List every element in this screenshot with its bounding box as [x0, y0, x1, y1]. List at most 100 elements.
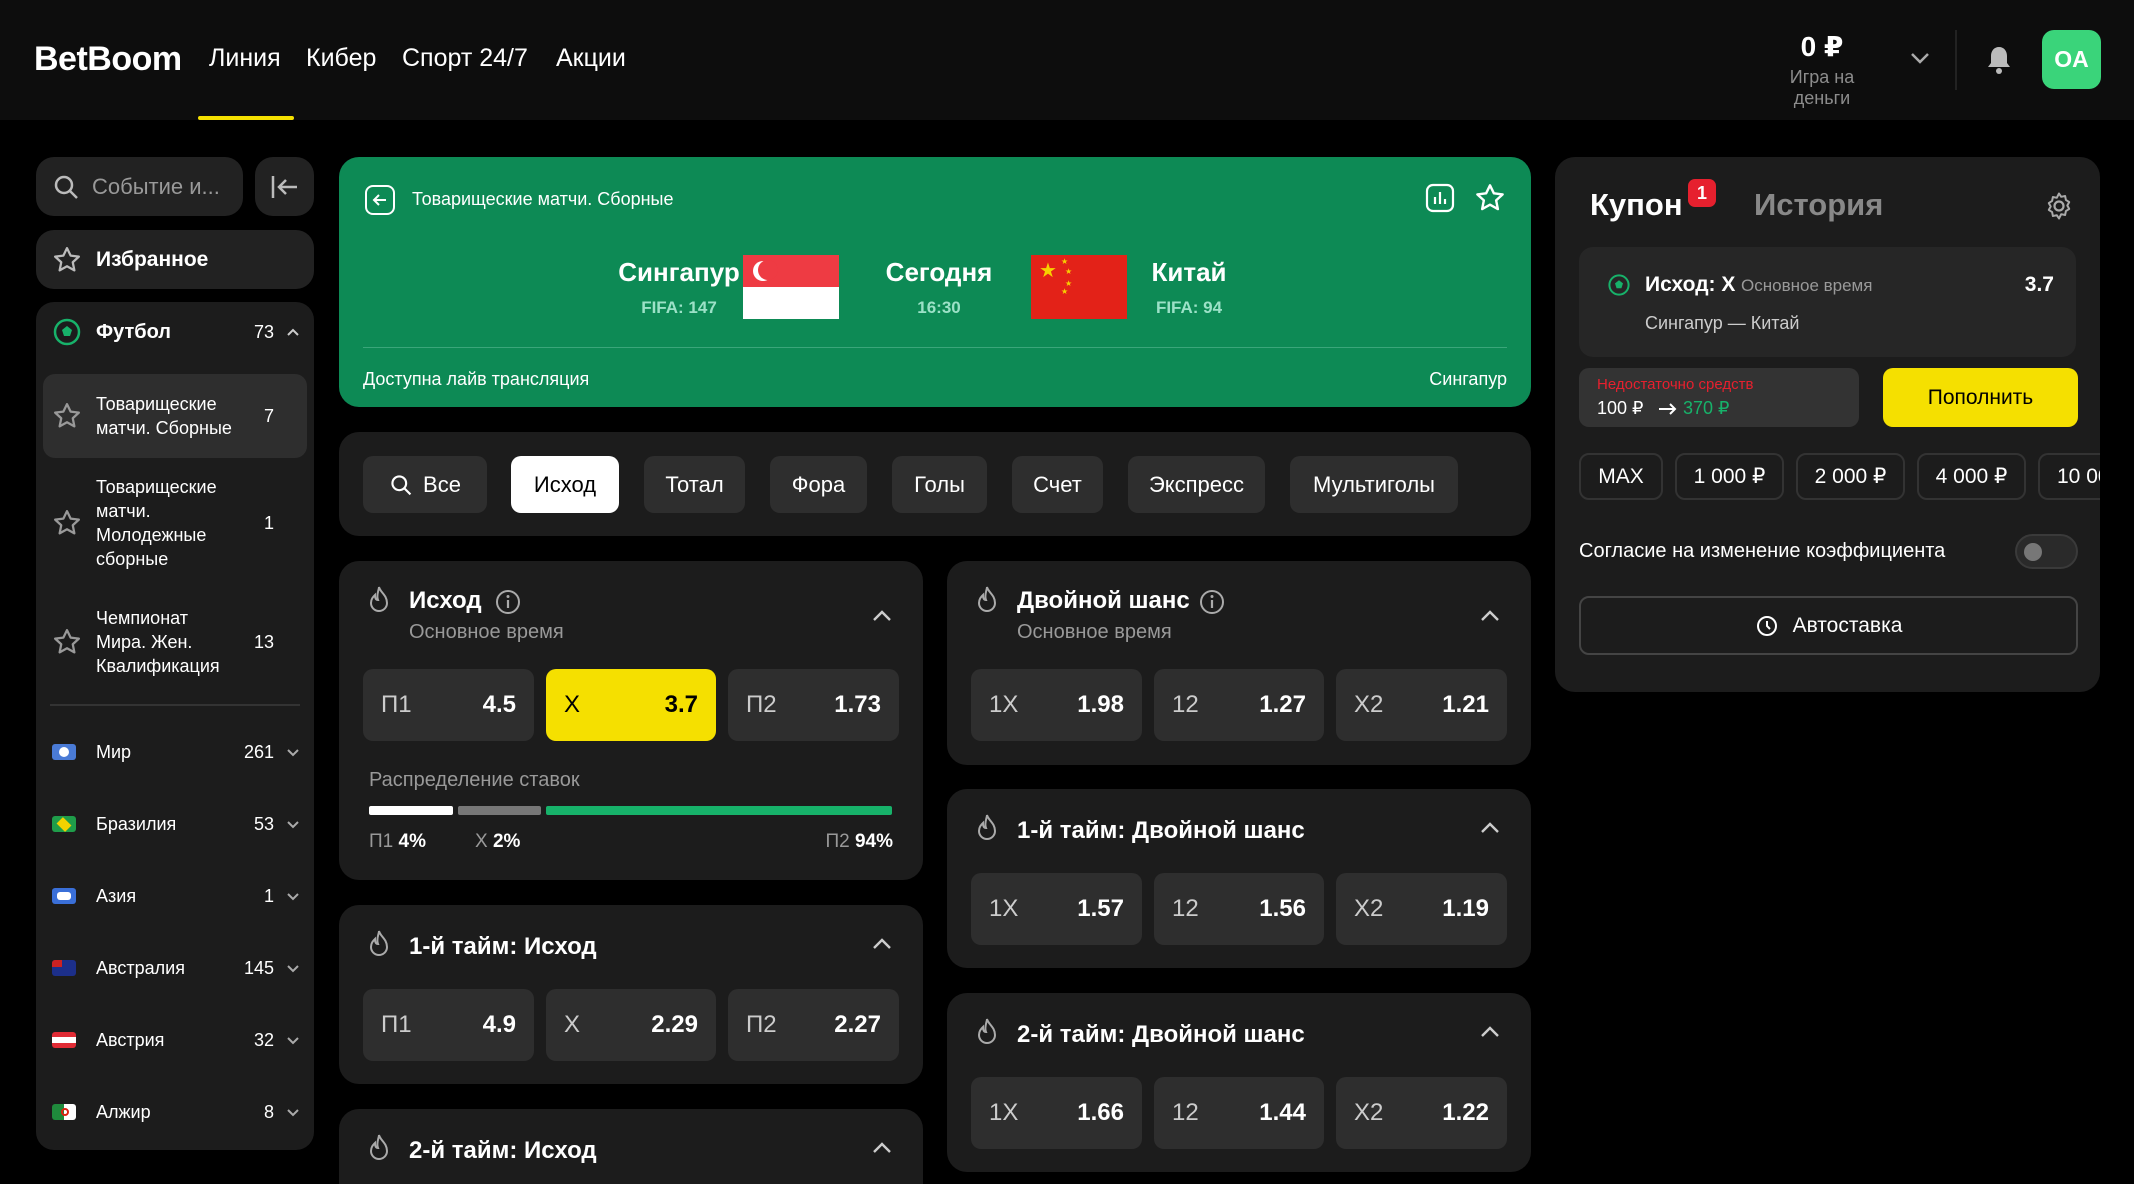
bet-slip-item[interactable]: Исход: Х Основное время 3.7 Сингапур — К… [1579, 247, 2076, 357]
league-friendlies[interactable]: Товарищеские матчи. Сборные 7 [43, 374, 307, 458]
odd-12[interactable]: 12 1.56 [1154, 873, 1324, 945]
collapse-icon [271, 175, 297, 198]
live-stream-text: Доступна лайв трансляция [363, 369, 590, 389]
odd-home[interactable]: П1 4.9 [363, 989, 534, 1061]
tab-coupon[interactable]: Купон [1590, 187, 1683, 223]
odd-label: 1Х [989, 895, 1019, 922]
sport-football[interactable]: Футбол 73 [36, 302, 314, 362]
dist-bar-home [369, 806, 453, 815]
nav-promo[interactable]: Акции [556, 44, 626, 73]
region-count: 32 [253, 1029, 274, 1050]
region-australia[interactable]: Австралия 145 [36, 938, 314, 998]
gear-icon[interactable] [2044, 191, 2074, 221]
league-label: Чемпионат Мира. Жен. Квалификация [96, 608, 220, 676]
australia-flag-icon [52, 960, 76, 976]
star-icon [54, 246, 80, 271]
algeria-flag-icon [52, 1104, 76, 1120]
bell-icon[interactable] [1985, 44, 2013, 76]
tab-history[interactable]: История [1754, 187, 1883, 223]
search-input[interactable]: Событие и... [36, 157, 243, 216]
chevron-down-icon[interactable] [1910, 48, 1930, 68]
filter-handicap[interactable]: Фора [770, 456, 867, 513]
collapse-sidebar-button[interactable] [255, 157, 314, 216]
amount-1000-button[interactable]: 1 000 ₽ [1675, 453, 1784, 500]
region-brazil[interactable]: Бразилия 53 [36, 794, 314, 854]
odd-x2[interactable]: Х2 1.19 [1336, 873, 1507, 945]
league-womens-wc-qual[interactable]: Чемпионат Мира. Жен. Квалификация 13 [36, 592, 314, 692]
info-icon[interactable] [1199, 589, 1225, 615]
region-label: Австрия [96, 1030, 165, 1050]
chevron-up-icon[interactable] [871, 605, 893, 627]
topup-button[interactable]: Пополнить [1883, 368, 2078, 427]
chevron-up-icon[interactable] [1479, 605, 1501, 627]
coupon-count-badge: 1 [1688, 179, 1716, 207]
nav-sport-247[interactable]: Спорт 24/7 [402, 44, 528, 73]
bet-period: Основное время [1741, 276, 1873, 295]
odd-12[interactable]: 12 1.27 [1154, 669, 1324, 741]
info-icon[interactable] [495, 589, 521, 615]
logo[interactable]: BetBoom [34, 40, 182, 79]
region-austria[interactable]: Австрия 32 [36, 1010, 314, 1070]
odd-x2[interactable]: Х2 1.22 [1336, 1077, 1507, 1149]
filter-all[interactable]: Все [363, 456, 487, 513]
odd-value: 1.56 [1259, 895, 1306, 922]
odds-change-toggle[interactable] [2015, 534, 2078, 569]
filter-total[interactable]: Тотал [644, 456, 745, 513]
avatar[interactable]: OA [2042, 30, 2101, 89]
away-team[interactable]: Китай FIFA: 94 [1119, 257, 1259, 318]
autobet-button[interactable]: Автоставка [1579, 596, 2078, 655]
odd-home[interactable]: П1 4.5 [363, 669, 534, 741]
away-team-name: Китай [1151, 257, 1227, 287]
odd-draw[interactable]: Х 2.29 [546, 989, 716, 1061]
amount-max-button[interactable]: MAX [1579, 453, 1663, 500]
filter-express[interactable]: Экспресс [1128, 456, 1265, 513]
possible-win: 370 ₽ [1683, 398, 1730, 418]
amount-4000-button[interactable]: 4 000 ₽ [1917, 453, 2026, 500]
filter-multigoals[interactable]: Мультиголы [1290, 456, 1458, 513]
odd-1x[interactable]: 1Х 1.66 [971, 1077, 1142, 1149]
amount-2000-button[interactable]: 2 000 ₽ [1796, 453, 1905, 500]
fire-icon [977, 586, 997, 612]
chevron-up-icon[interactable] [1479, 1021, 1501, 1043]
league-count: 7 [263, 405, 274, 426]
star-icon[interactable] [1474, 182, 1506, 214]
odd-away[interactable]: П2 1.73 [728, 669, 899, 741]
nav-line[interactable]: Линия [209, 44, 281, 73]
home-team[interactable]: Сингапур FIFA: 147 [609, 257, 749, 318]
odd-away[interactable]: П2 2.27 [728, 989, 899, 1061]
filter-goals[interactable]: Голы [892, 456, 987, 513]
balance-amount: 0 ₽ [1800, 31, 1844, 62]
chevron-up-icon[interactable] [871, 933, 893, 955]
region-world[interactable]: Мир 261 [36, 722, 314, 782]
stats-icon[interactable] [1424, 182, 1456, 214]
back-button[interactable] [365, 185, 395, 215]
market-subtitle: Основное время [409, 621, 564, 643]
filter-outcome[interactable]: Исход [511, 456, 619, 513]
balance[interactable]: 0 ₽ Игра на деньги [1760, 30, 1884, 109]
nav-cyber[interactable]: Кибер [306, 44, 376, 73]
stake-value: 100 ₽ [1597, 398, 1644, 418]
league-label: Товарищеские матчи. Молодежные сборные [96, 477, 217, 569]
odd-value: 1.66 [1077, 1099, 1124, 1126]
amount-10000-button[interactable]: 10 000 ₽ [2038, 453, 2100, 500]
region-asia[interactable]: Азия 1 [36, 866, 314, 926]
chevron-up-icon[interactable] [871, 1137, 893, 1159]
region-algeria[interactable]: Алжир 8 [36, 1082, 314, 1142]
filter-score[interactable]: Счет [1012, 456, 1103, 513]
bet-title: Исход: Х [1645, 273, 1736, 296]
odd-1x[interactable]: 1Х 1.57 [971, 873, 1142, 945]
odd-1x[interactable]: 1Х 1.98 [971, 669, 1142, 741]
odd-value: 1.98 [1077, 691, 1124, 718]
odd-draw[interactable]: Х 3.7 [546, 669, 716, 741]
chevron-up-icon[interactable] [1479, 817, 1501, 839]
favorites-button[interactable]: Избранное [36, 230, 314, 289]
odd-label: П2 [746, 1011, 777, 1038]
market-double-chance: Двойной шанс Основное время 1Х 1.98 12 1.2… [947, 561, 1531, 765]
dist-away: П2 94% [825, 831, 893, 852]
market-h1-outcome: 1-й тайм: Исход П1 4.9 Х 2.29 П2 2.27 [339, 905, 923, 1084]
odd-12[interactable]: 12 1.44 [1154, 1077, 1324, 1149]
stake-input[interactable]: Недостаточно средств 100 ₽ 370 ₽ [1579, 368, 1859, 427]
odd-x2[interactable]: Х2 1.21 [1336, 669, 1507, 741]
league-youth-friendlies[interactable]: Товарищеские матчи. Молодежные сборные 1 [36, 462, 314, 584]
league-count: 13 [253, 631, 274, 652]
